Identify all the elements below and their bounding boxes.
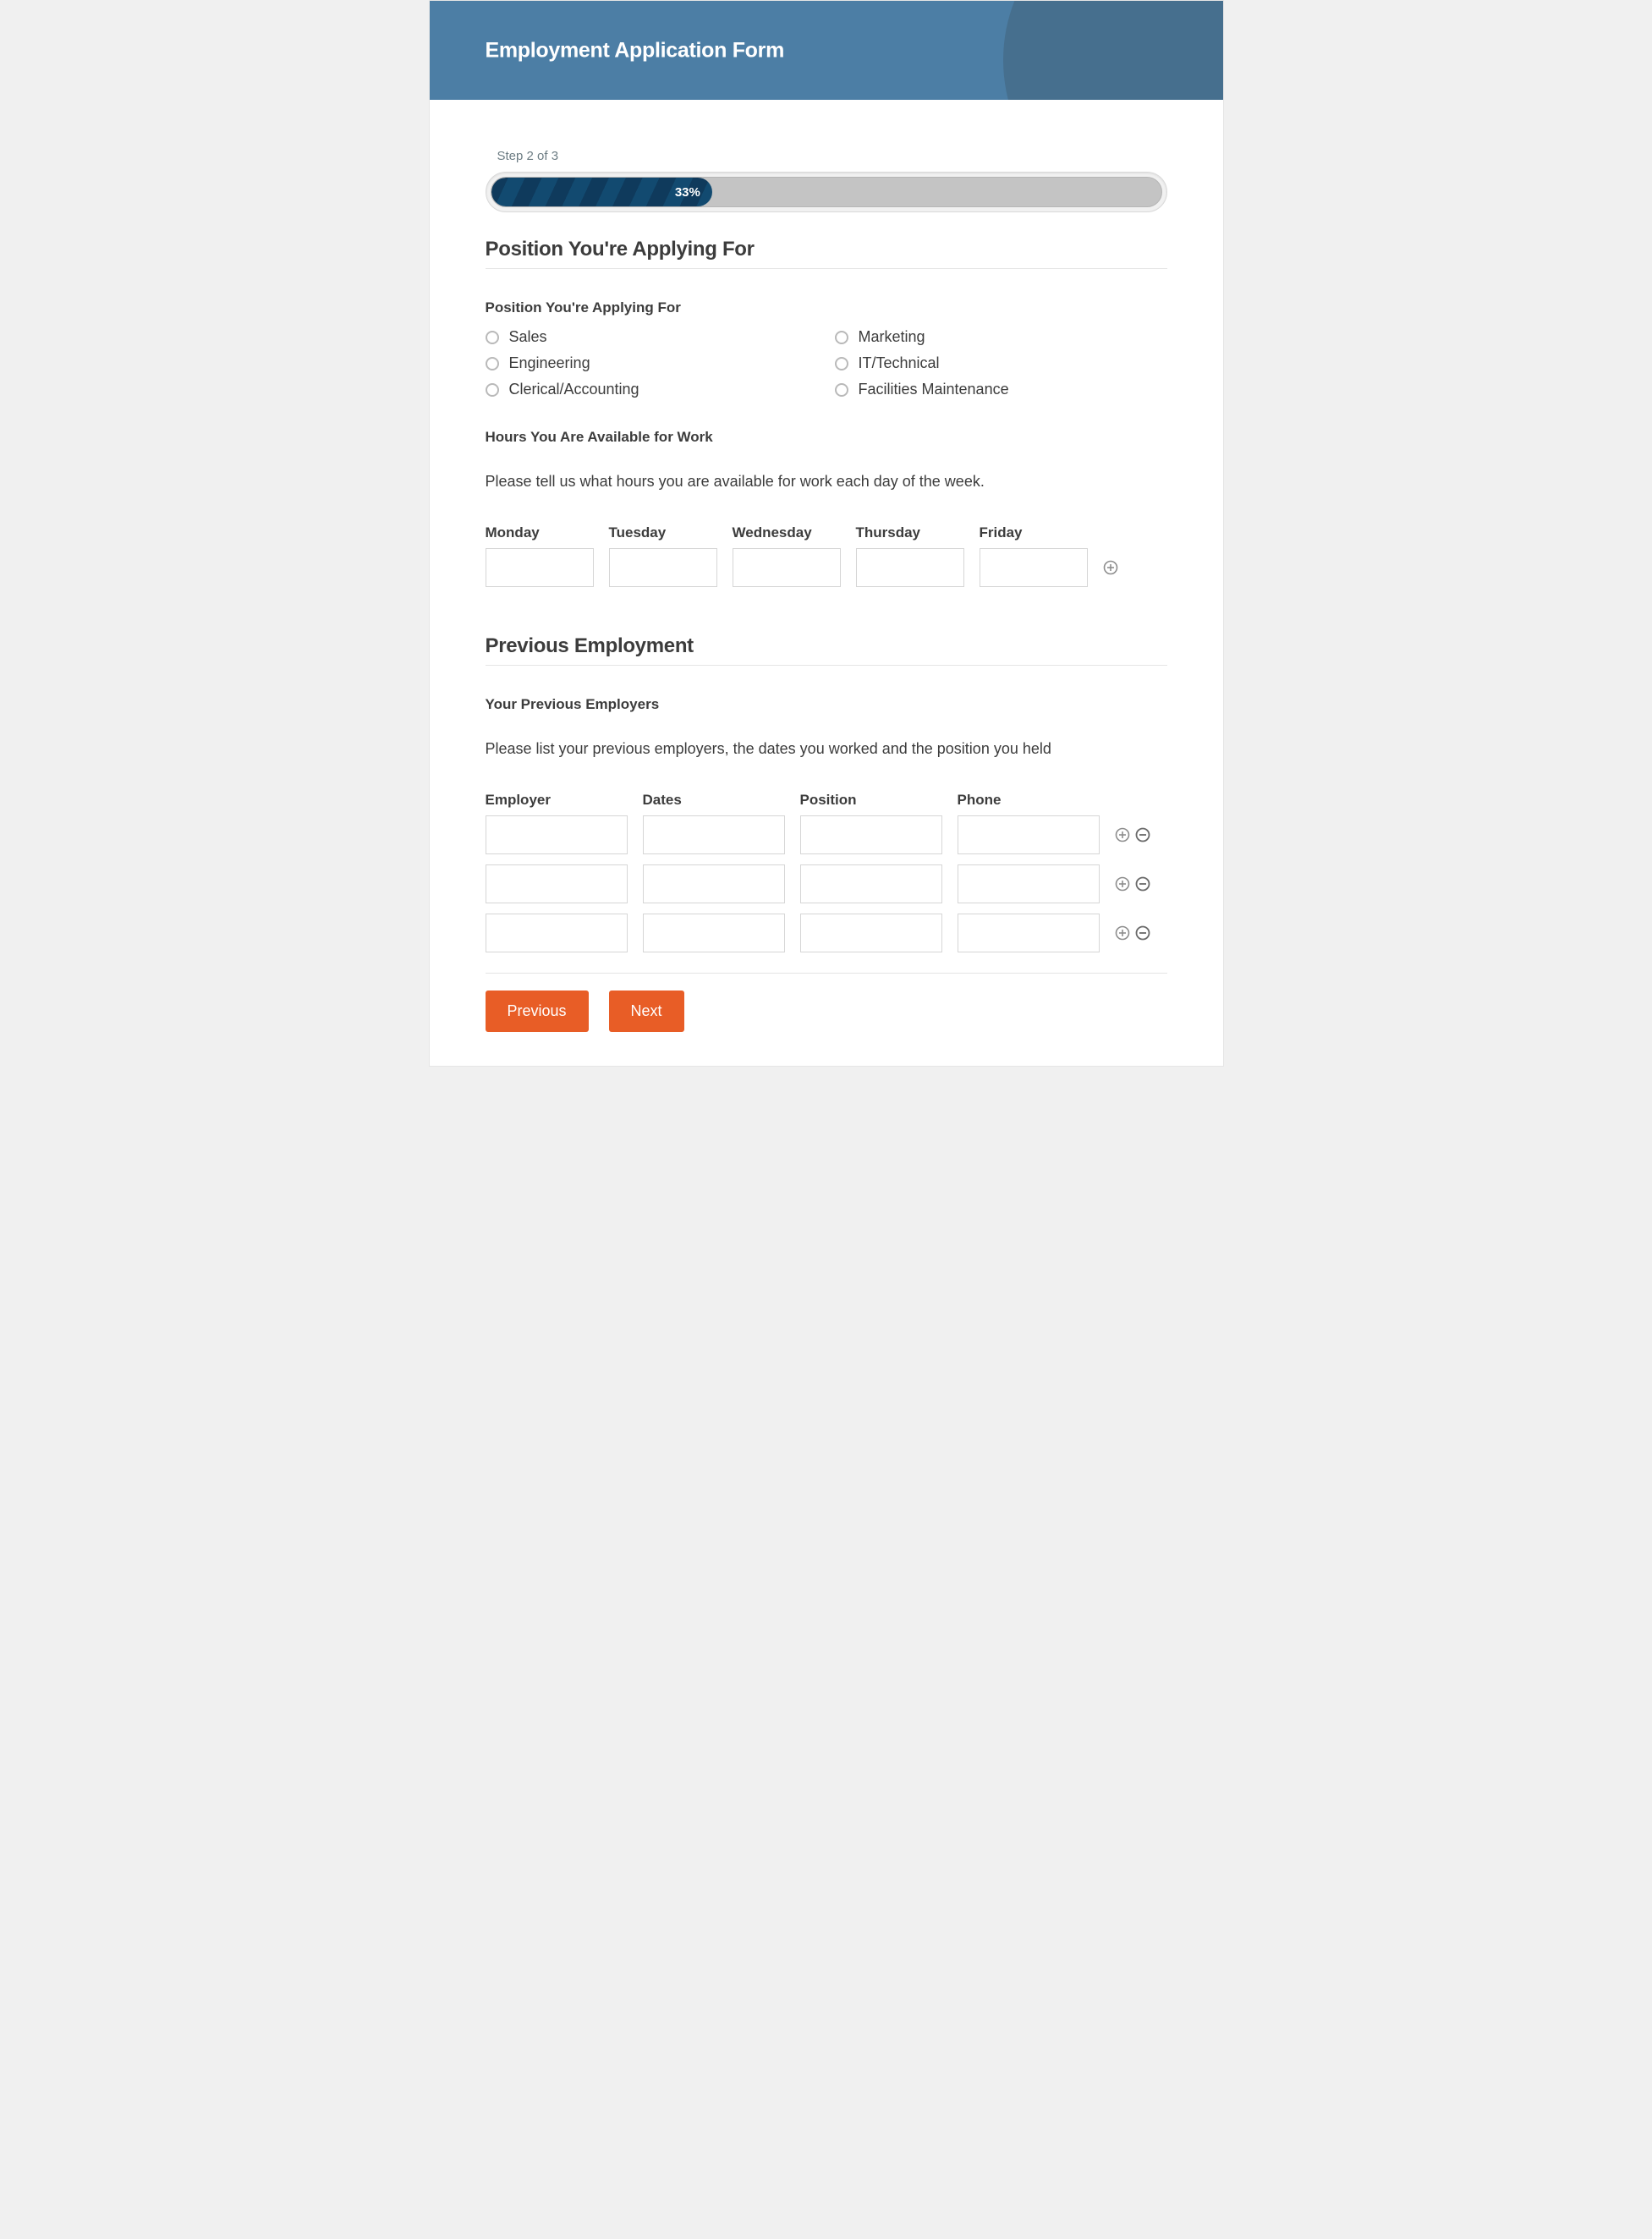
hours-col-friday: Friday [980,524,1088,541]
radio-icon [835,357,848,370]
emp-col-employer: Employer [486,792,628,809]
radio-icon [486,383,499,397]
hours-input-tuesday[interactable] [609,548,717,587]
form-title: Employment Application Form [486,38,785,63]
radio-label: Engineering [509,354,590,372]
radio-label: IT/Technical [859,354,940,372]
hours-table-header: Monday Tuesday Wednesday Thursday Friday [486,524,1167,541]
radio-option-clerical-accounting[interactable]: Clerical/Accounting [486,381,818,398]
emp-col-position: Position [800,792,942,809]
emp-input-employer[interactable] [486,864,628,903]
progress-track: 33% [491,177,1162,207]
add-row-icon[interactable] [1103,560,1118,575]
remove-row-icon[interactable] [1135,925,1150,941]
emp-input-phone[interactable] [958,815,1100,854]
add-row-icon[interactable] [1115,876,1130,892]
hours-col-monday: Monday [486,524,594,541]
employers-table-row [486,914,1167,952]
hours-col-tuesday: Tuesday [609,524,717,541]
emp-input-dates[interactable] [643,914,785,952]
button-divider [486,973,1167,974]
radio-icon [835,331,848,344]
radio-option-engineering[interactable]: Engineering [486,354,818,372]
radio-label: Clerical/Accounting [509,381,639,398]
radio-option-marketing[interactable]: Marketing [835,328,1167,346]
emp-input-employer[interactable] [486,815,628,854]
emp-col-phone: Phone [958,792,1100,809]
emp-input-dates[interactable] [643,864,785,903]
emp-col-dates: Dates [643,792,785,809]
hours-label: Hours You Are Available for Work [486,429,1167,446]
previous-button[interactable]: Previous [486,991,589,1032]
form-header: Employment Application Form [430,1,1223,100]
next-button[interactable]: Next [609,991,684,1032]
radio-label: Sales [509,328,547,346]
section-divider [486,665,1167,666]
employers-table-row [486,864,1167,903]
hours-input-monday[interactable] [486,548,594,587]
previous-employers-help-text: Please list your previous employers, the… [486,740,1167,758]
radio-icon [486,357,499,370]
emp-input-position[interactable] [800,864,942,903]
emp-input-dates[interactable] [643,815,785,854]
radio-icon [835,383,848,397]
radio-option-it-technical[interactable]: IT/Technical [835,354,1167,372]
position-question-label: Position You're Applying For [486,299,1167,316]
emp-input-position[interactable] [800,815,942,854]
emp-input-employer[interactable] [486,914,628,952]
radio-option-sales[interactable]: Sales [486,328,818,346]
remove-row-icon[interactable] [1135,827,1150,842]
radio-option-facilities-maintenance[interactable]: Facilities Maintenance [835,381,1167,398]
step-indicator: Step 2 of 3 [497,149,1167,163]
section-heading-position: Position You're Applying For [486,238,1167,261]
progress-percent-label: 33% [675,185,700,200]
add-row-icon[interactable] [1115,925,1130,941]
hours-table-row [486,548,1167,587]
form-page: Employment Application Form Step 2 of 3 … [429,0,1224,1067]
remove-row-icon[interactable] [1135,876,1150,892]
hours-input-wednesday[interactable] [733,548,841,587]
emp-input-phone[interactable] [958,914,1100,952]
hours-input-friday[interactable] [980,548,1088,587]
radio-label: Marketing [859,328,925,346]
header-decoration [1003,1,1223,100]
radio-label: Facilities Maintenance [859,381,1009,398]
form-nav-buttons: Previous Next [486,991,1167,1032]
progress-fill: 33% [491,178,712,206]
section-divider [486,268,1167,269]
progress-bar: 33% [486,172,1167,212]
radio-icon [486,331,499,344]
employers-table-row [486,815,1167,854]
employers-table-header: Employer Dates Position Phone [486,792,1167,809]
hours-col-thursday: Thursday [856,524,964,541]
emp-input-phone[interactable] [958,864,1100,903]
position-options: Sales Marketing Engineering IT/Technical… [486,328,1167,398]
hours-input-thursday[interactable] [856,548,964,587]
emp-input-position[interactable] [800,914,942,952]
hours-col-wednesday: Wednesday [733,524,841,541]
add-row-icon[interactable] [1115,827,1130,842]
hours-help-text: Please tell us what hours you are availa… [486,473,1167,491]
previous-employers-label: Your Previous Employers [486,696,1167,713]
form-body: Step 2 of 3 33% Position You're Applying… [430,100,1223,1066]
section-heading-previous-employment: Previous Employment [486,634,1167,658]
